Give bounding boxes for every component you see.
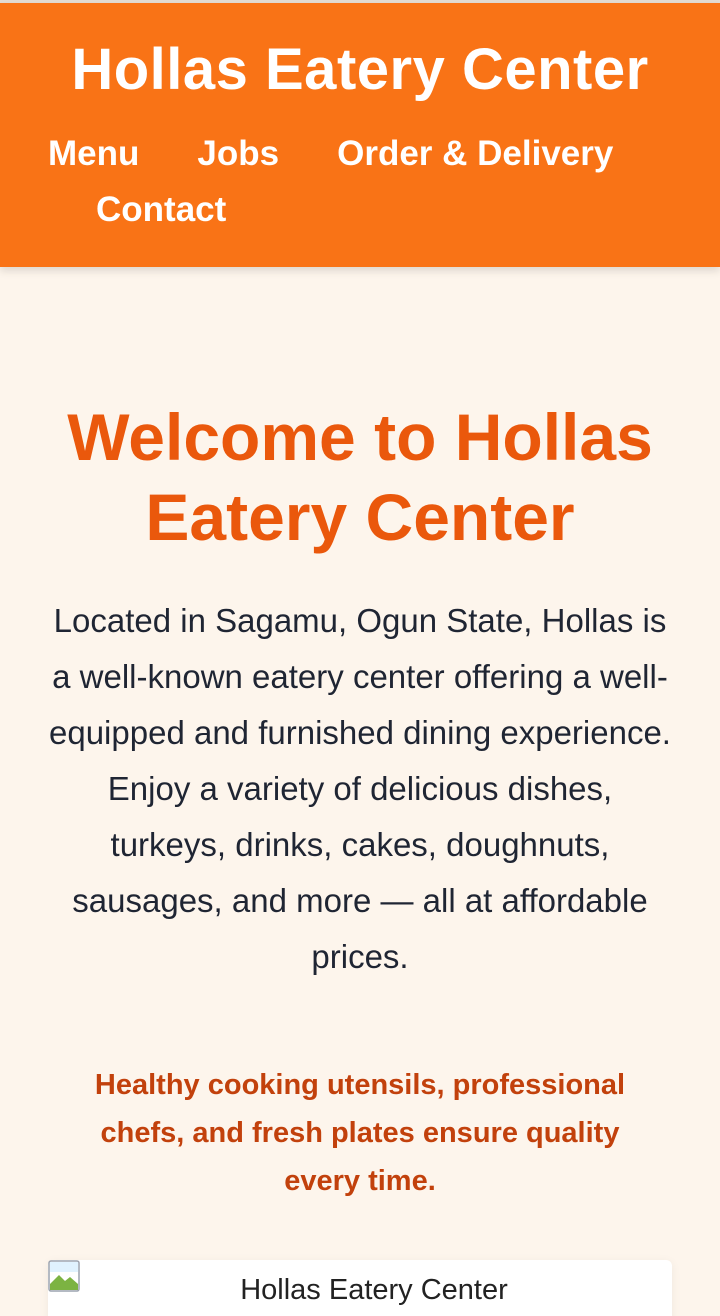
nav-link-menu[interactable]: Menu bbox=[48, 135, 139, 173]
image-alt-text: Hollas Eatery Center bbox=[240, 1274, 508, 1306]
intro-paragraph: Located in Sagamu, Ogun State, Hollas is… bbox=[49, 602, 671, 975]
nav-link-contact[interactable]: Contact bbox=[96, 191, 226, 229]
nav-link-order-delivery[interactable]: Order & Delivery bbox=[337, 135, 613, 173]
welcome-heading: Welcome to Hollas Eatery Center bbox=[67, 400, 653, 554]
hero-image: Hollas Eatery Center bbox=[48, 1260, 672, 1316]
quality-highlight: Healthy cooking utensils, professional c… bbox=[94, 1069, 626, 1197]
site-title[interactable]: Hollas Eatery Center bbox=[48, 39, 672, 101]
nav-link-jobs[interactable]: Jobs bbox=[197, 135, 279, 173]
main-nav: Menu Jobs Order & Delivery Contact bbox=[48, 135, 672, 229]
site-header: Hollas Eatery Center Menu Jobs Order & D… bbox=[0, 3, 720, 267]
broken-image-icon bbox=[48, 1260, 80, 1292]
main-content: Welcome to Hollas Eatery Center Located … bbox=[0, 267, 720, 1316]
